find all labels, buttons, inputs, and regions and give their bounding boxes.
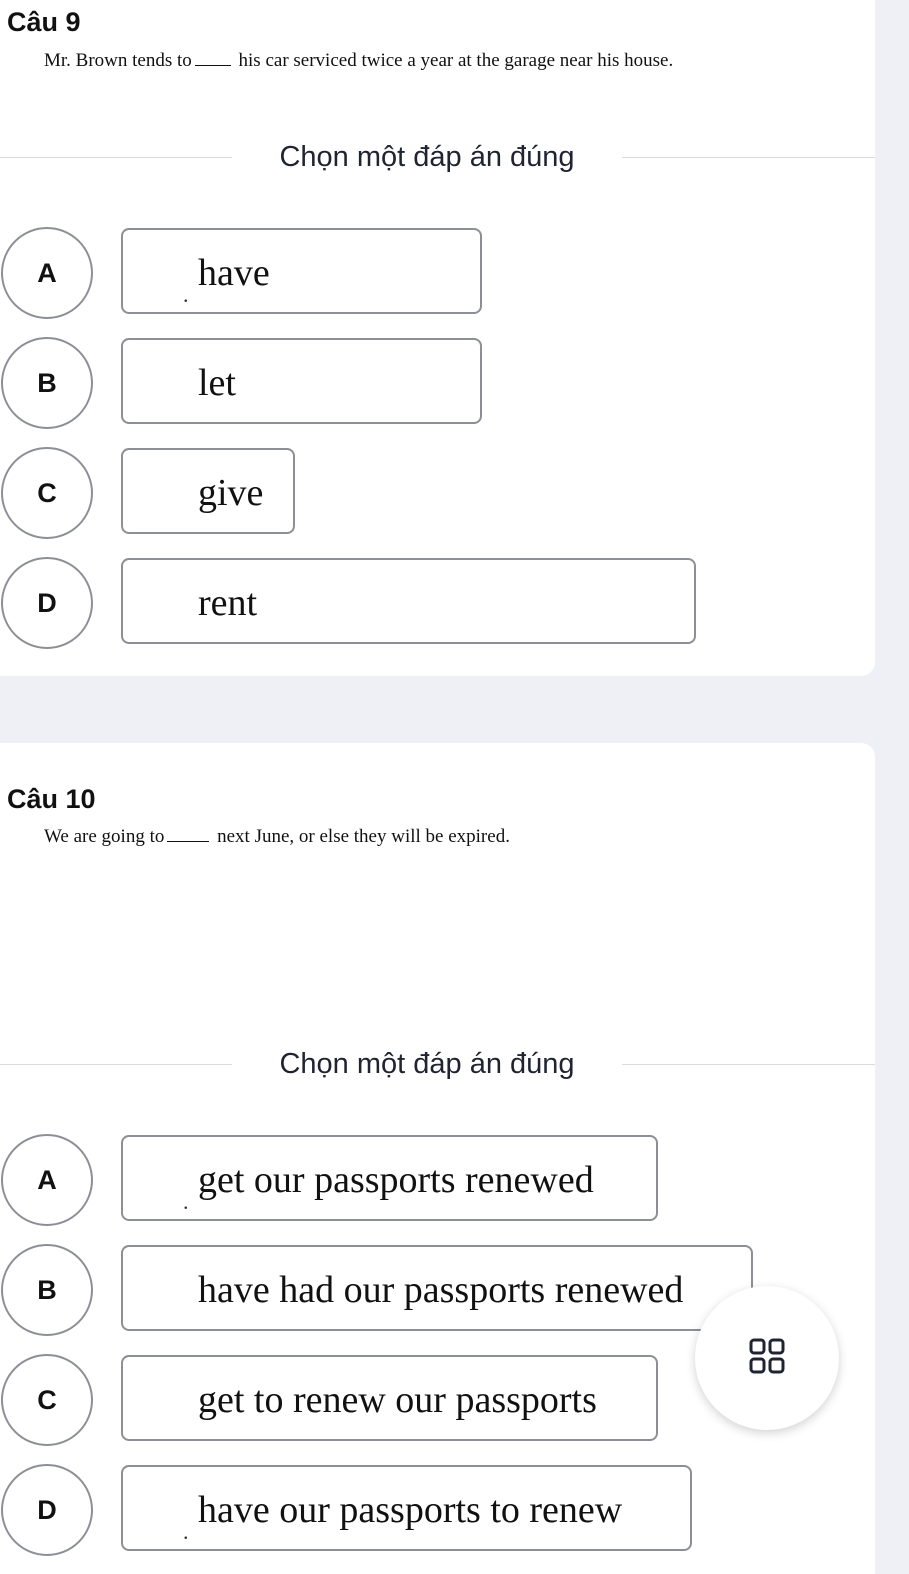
- option-answer-text: give: [198, 472, 264, 514]
- option-answer-box[interactable]: . have: [121, 228, 482, 314]
- answer-blank: [167, 840, 210, 842]
- option-answer-text: let: [198, 362, 236, 404]
- question-text-after: next June, or else they will be expired.: [217, 826, 510, 847]
- option-answer-box[interactable]: rent: [121, 558, 696, 644]
- option-answer-box[interactable]: give: [121, 448, 295, 534]
- option-answer-text: get to renew our passports: [198, 1379, 597, 1421]
- question-text: We are going to next June, or else they …: [44, 826, 510, 848]
- option-letter[interactable]: C: [1, 447, 93, 539]
- right-scroll-gutter: [875, 0, 909, 1574]
- grid-icon: [749, 1338, 785, 1379]
- option-answer-box[interactable]: get to renew our passports: [121, 1355, 658, 1441]
- answer-blank: [194, 64, 231, 66]
- question-text: Mr. Brown tends to his car serviced twic…: [44, 50, 673, 72]
- option-letter[interactable]: C: [1, 1354, 93, 1446]
- divider-line-left: [0, 157, 232, 158]
- divider-line-right: [622, 1064, 875, 1065]
- option-letter[interactable]: A: [1, 227, 93, 319]
- question-text-after: his car serviced twice a year at the gar…: [238, 50, 674, 71]
- option-letter[interactable]: D: [1, 1464, 93, 1556]
- option-answer-box[interactable]: . get our passports renewed: [121, 1135, 658, 1221]
- option-letter[interactable]: A: [1, 1134, 93, 1226]
- option-answer-box[interactable]: have had our passports renewed: [121, 1245, 753, 1331]
- question-grid-button[interactable]: [695, 1286, 839, 1430]
- option-answer-text: rent: [198, 582, 258, 624]
- answer-marker-dot: .: [183, 1519, 189, 1544]
- question-card-9: Câu 9 Mr. Brown tends to his car service…: [0, 0, 875, 676]
- option-answer-text: get our passports renewed: [198, 1159, 594, 1201]
- question-text-before: We are going to: [44, 826, 165, 847]
- question-title: Câu 9: [7, 7, 81, 37]
- question-text-before: Mr. Brown tends to: [44, 50, 192, 71]
- option-answer-box[interactable]: let: [121, 338, 482, 424]
- instruction-divider: Chọn một đáp án đúng: [0, 139, 875, 175]
- option-answer-text: have had our passports renewed: [198, 1269, 684, 1311]
- question-card-10: Câu 10 We are going to next June, or els…: [0, 743, 875, 1574]
- instruction-label: Chọn một đáp án đúng: [279, 141, 575, 173]
- divider-line-left: [0, 1064, 232, 1065]
- answer-marker-dot: .: [183, 1189, 189, 1214]
- option-letter[interactable]: B: [1, 1244, 93, 1336]
- option-answer-box[interactable]: . have our passports to renew: [121, 1465, 692, 1551]
- divider-line-right: [622, 157, 875, 158]
- instruction-divider: Chọn một đáp án đúng: [0, 1046, 875, 1082]
- option-letter[interactable]: B: [1, 337, 93, 429]
- option-answer-text: have: [198, 252, 270, 294]
- answer-marker-dot: .: [183, 282, 189, 307]
- option-letter[interactable]: D: [1, 557, 93, 649]
- option-answer-text: have our passports to renew: [198, 1489, 623, 1531]
- instruction-label: Chọn một đáp án đúng: [279, 1048, 575, 1080]
- question-title: Câu 10: [7, 784, 96, 814]
